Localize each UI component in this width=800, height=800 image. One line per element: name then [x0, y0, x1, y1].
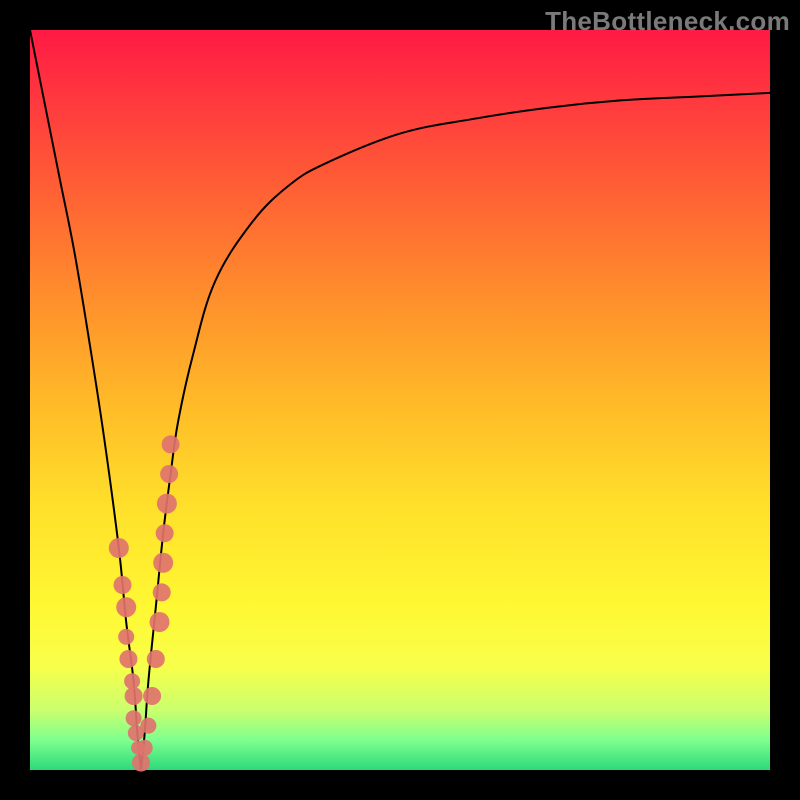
marker-dot: [153, 583, 171, 601]
marker-dot: [109, 538, 129, 558]
chart-svg: [30, 30, 770, 770]
marker-dot: [119, 650, 137, 668]
marker-dot: [114, 576, 132, 594]
marker-dot: [132, 754, 150, 772]
marker-dot: [140, 718, 156, 734]
marker-dot: [126, 710, 142, 726]
marker-dot: [118, 629, 134, 645]
curve-right-branch: [141, 93, 770, 770]
marker-dot: [137, 740, 153, 756]
marker-dot: [150, 612, 170, 632]
plot-area: [30, 30, 770, 770]
outer-frame: TheBottleneck.com: [0, 0, 800, 800]
marker-dot: [156, 524, 174, 542]
marker-dot: [124, 673, 140, 689]
marker-dot: [153, 553, 173, 573]
marker-dot: [157, 494, 177, 514]
marker-dot: [143, 687, 161, 705]
marker-dot: [116, 597, 136, 617]
marker-dot: [147, 650, 165, 668]
marker-dot: [160, 465, 178, 483]
marker-dot: [162, 435, 180, 453]
watermark-text: TheBottleneck.com: [545, 6, 790, 37]
marker-dot: [125, 687, 143, 705]
